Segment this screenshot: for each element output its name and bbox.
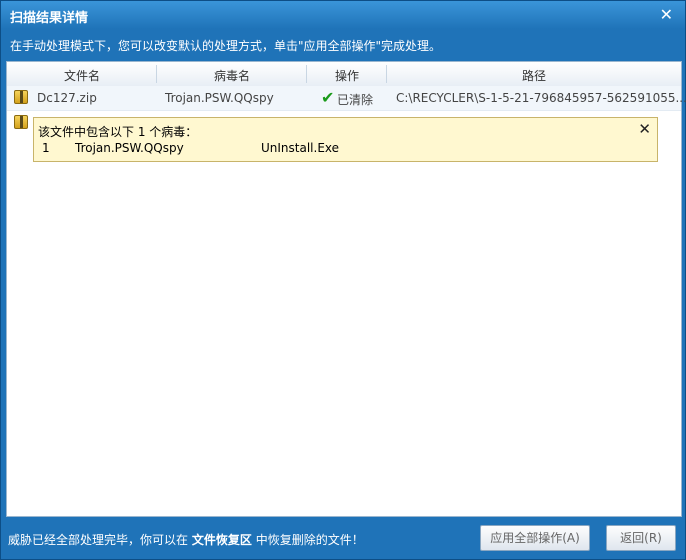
virus-name: Trojan.PSW.QQspy [165, 91, 274, 105]
action-status[interactable]: 已清除 [337, 91, 373, 108]
tooltip-index: 1 [42, 141, 50, 155]
status-text-before: 威胁已经全部处理完毕，你可以在 [8, 533, 189, 547]
checkmark-icon: ✔ [321, 88, 335, 107]
column-header-virus[interactable]: 病毒名 [157, 67, 307, 84]
archive-file-icon [14, 115, 28, 129]
tooltip-title: 该文件中包含以下 1 个病毒： [38, 125, 198, 139]
file-name: Dc127.zip [37, 91, 97, 105]
table-row[interactable]: Dc127.zip Trojan.PSW.QQspy ✔ 已清除 C:\RECY… [7, 86, 686, 111]
tooltip-infected-file: UnInstall.Exe [261, 141, 340, 155]
archive-file-icon [14, 90, 28, 104]
column-header-path[interactable]: 路径 [387, 67, 681, 84]
recovery-area-link[interactable]: 文件恢复区 [192, 533, 252, 547]
close-icon[interactable]: ✕ [660, 5, 673, 24]
status-message: 威胁已经全部处理完毕，你可以在 文件恢复区 中恢复删除的文件！ [8, 531, 364, 548]
file-path: C:\RECYCLER\S-1-5-21-796845957-562591055… [396, 91, 686, 105]
virus-detail-tooltip: 该文件中包含以下 1 个病毒： ✕ 1 Trojan.PSW.QQspy UnI… [33, 117, 658, 162]
column-header-action[interactable]: 操作 [307, 67, 387, 84]
apply-all-button[interactable]: 应用全部操作(A) [480, 525, 590, 551]
tooltip-virus-name: Trojan.PSW.QQspy [75, 141, 184, 155]
tooltip-close-icon[interactable]: ✕ [638, 120, 651, 138]
column-header-filename[interactable]: 文件名 [7, 67, 157, 84]
instruction-text: 在手动处理模式下，您可以改变默认的处理方式，单击"应用全部操作"完成处理。 [10, 39, 442, 53]
table-header: 文件名 病毒名 操作 路径 [7, 62, 681, 87]
scan-result-window: 扫描结果详情 ✕ 在手动处理模式下，您可以改变默认的处理方式，单击"应用全部操作… [0, 0, 686, 560]
window-title: 扫描结果详情 [10, 11, 89, 26]
return-button[interactable]: 返回(R) [606, 525, 676, 551]
title-bar: 扫描结果详情 ✕ [1, 1, 685, 29]
status-text-after: 中恢复删除的文件！ [255, 533, 364, 547]
footer-bar: 威胁已经全部处理完毕，你可以在 文件恢复区 中恢复删除的文件！ 应用全部操作(A… [1, 519, 685, 559]
